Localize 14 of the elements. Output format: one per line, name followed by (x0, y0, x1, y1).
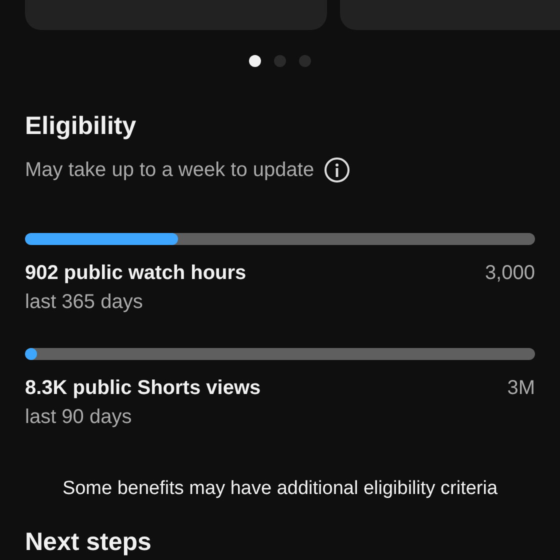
metric-target: 3,000 (484, 261, 535, 286)
info-icon[interactable] (324, 157, 350, 183)
metric-target: 3M (507, 376, 535, 401)
eligibility-note: Some benefits may have additional eligibility criteria (61, 477, 499, 501)
metric-period: last 365 days (25, 290, 144, 315)
subtitle: May take up to a week to update (25, 158, 314, 182)
metric-period: last 90 days (25, 405, 133, 430)
section-title: Next steps (25, 528, 152, 556)
page-dot[interactable] (249, 55, 261, 67)
metric-label: 902 public watch hours (25, 261, 246, 286)
page-dot[interactable] (299, 55, 311, 67)
section-title: Eligibility (25, 111, 138, 141)
page-dot[interactable] (274, 55, 286, 67)
metric-label: 8.3K public Shorts views (25, 376, 261, 401)
